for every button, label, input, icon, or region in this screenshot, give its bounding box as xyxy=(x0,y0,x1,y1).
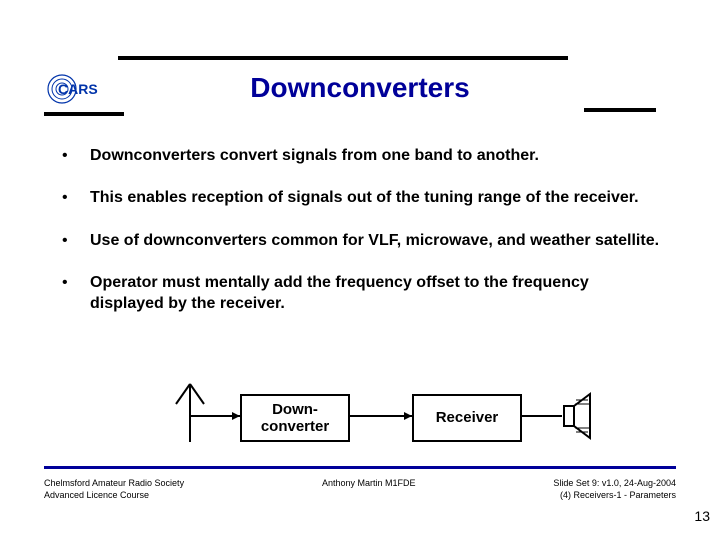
title-rule-top xyxy=(118,56,568,60)
footer-rule xyxy=(44,466,676,469)
block-diagram: Down- converter Receiver xyxy=(170,382,590,452)
title-rule-under-logo xyxy=(44,112,124,116)
diagram-wires xyxy=(170,382,590,452)
bullet-item: Use of downconverters common for VLF, mi… xyxy=(60,231,660,251)
bullet-item: This enables reception of signals out of… xyxy=(60,188,660,208)
bullet-item: Operator must mentally add the frequency… xyxy=(60,273,660,314)
footer-left: Chelmsford Amateur Radio Society Advance… xyxy=(44,478,184,501)
receiver-box: Receiver xyxy=(412,394,522,442)
footer-center: Anthony Martin M1FDE xyxy=(322,478,416,501)
page-number: 13 xyxy=(694,508,710,524)
bullet-list: Downconverters convert signals from one … xyxy=(60,146,660,336)
page-title: Downconverters xyxy=(0,72,720,104)
slide-footer: Chelmsford Amateur Radio Society Advance… xyxy=(44,478,676,501)
speaker-icon xyxy=(562,390,602,442)
bullet-item: Downconverters convert signals from one … xyxy=(60,146,660,166)
downconverter-box: Down- converter xyxy=(240,394,350,442)
footer-right: Slide Set 9: v1.0, 24-Aug-2004 (4) Recei… xyxy=(553,478,676,501)
title-rule-right xyxy=(584,108,656,112)
